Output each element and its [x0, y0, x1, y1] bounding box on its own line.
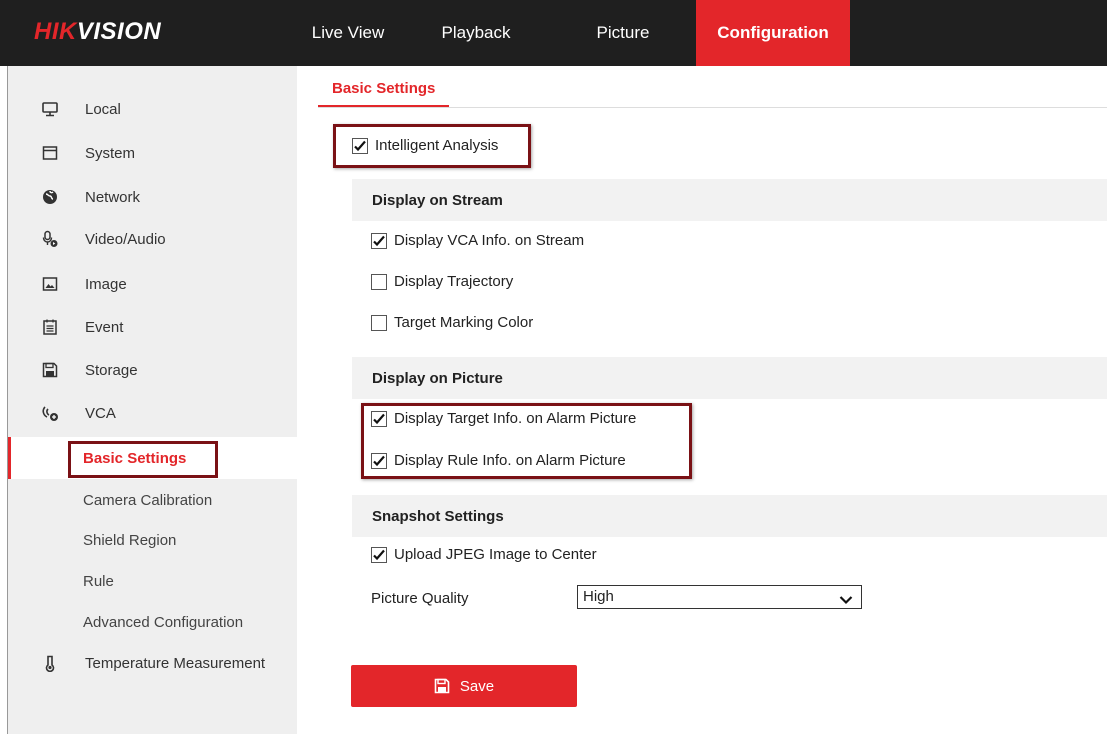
sidebar-item-label: Network	[85, 188, 141, 206]
section-title: Display on Stream	[372, 192, 503, 209]
sidebar-item-label: Temperature Measurement	[85, 654, 266, 672]
floppy-icon	[41, 361, 59, 379]
thermometer-icon	[41, 654, 59, 672]
display-vca-info-label: Display VCA Info. on Stream	[394, 232, 585, 249]
picture-quality-label-row: Picture Quality	[371, 590, 469, 607]
sidebar-item-label: Shield Region	[83, 531, 177, 549]
display-vca-info-row[interactable]: Display VCA Info. on Stream	[371, 232, 584, 249]
window-icon	[41, 144, 59, 162]
calendar-icon	[41, 318, 59, 336]
sidebar-item-temperature-measurement[interactable]: Temperature Measurement	[8, 642, 297, 684]
display-target-info-label: Display Target Info. on Alarm Picture	[394, 410, 637, 427]
target-marking-color-checkbox[interactable]	[371, 314, 387, 331]
display-trajectory-label: Display Trajectory	[394, 273, 514, 290]
sidebar-item-advanced-configuration[interactable]: Advanced Configuration	[8, 601, 297, 643]
sidebar: Local System Network Video/Audio Image E…	[8, 66, 297, 734]
nav-picture[interactable]: Picture	[558, 0, 688, 66]
vca-icon	[41, 404, 59, 422]
sidebar-item-label: Rule	[83, 572, 114, 590]
logo-red-part: HIK	[34, 18, 77, 45]
sidebar-item-shield-region[interactable]: Shield Region	[8, 519, 297, 561]
section-title: Snapshot Settings	[372, 508, 504, 525]
sidebar-item-system[interactable]: System	[8, 132, 297, 174]
display-target-info-row[interactable]: Display Target Info. on Alarm Picture	[371, 410, 636, 427]
active-indicator	[8, 437, 11, 479]
sidebar-item-vca[interactable]: VCA	[8, 392, 297, 434]
save-label: Save	[459, 677, 495, 695]
target-marking-color-row[interactable]: Target Marking Color	[371, 314, 533, 331]
sidebar-item-label: Video/Audio	[85, 230, 166, 248]
display-rule-info-checkbox[interactable]	[371, 452, 387, 469]
intelligent-analysis-checkbox-row[interactable]: Intelligent Analysis	[352, 137, 498, 154]
tab-basic-settings[interactable]: Basic Settings	[318, 74, 450, 108]
highlight-box-basic-settings	[68, 441, 218, 478]
sidebar-item-network[interactable]: Network	[8, 176, 297, 218]
nav-live-view[interactable]: Live View	[296, 0, 400, 66]
upload-jpeg-label: Upload JPEG Image to Center	[394, 546, 597, 563]
section-display-on-picture: Display on Picture	[352, 357, 1107, 399]
section-display-on-stream: Display on Stream	[352, 179, 1107, 221]
display-target-info-checkbox[interactable]	[371, 410, 387, 427]
sidebar-item-camera-calibration[interactable]: Camera Calibration	[8, 479, 297, 521]
sidebar-item-event[interactable]: Event	[8, 306, 297, 348]
nav-playback[interactable]: Playback	[408, 0, 544, 66]
sidebar-item-local[interactable]: Local	[8, 88, 297, 130]
intelligent-analysis-checkbox[interactable]	[352, 137, 368, 154]
picture-quality-label: Picture Quality	[371, 590, 469, 607]
upload-jpeg-row[interactable]: Upload JPEG Image to Center	[371, 546, 597, 563]
save-icon	[434, 678, 450, 694]
sidebar-item-label: Camera Calibration	[83, 491, 213, 509]
sidebar-item-image[interactable]: Image	[8, 263, 297, 305]
section-snapshot-settings: Snapshot Settings	[352, 495, 1107, 537]
display-vca-info-checkbox[interactable]	[371, 232, 387, 249]
image-icon	[41, 275, 59, 293]
sidebar-item-label: Advanced Configuration	[83, 613, 244, 631]
chevron-down-icon	[839, 591, 853, 613]
picture-quality-value: High	[583, 588, 614, 605]
display-rule-info-label: Display Rule Info. on Alarm Picture	[394, 452, 626, 469]
sidebar-item-label: VCA	[85, 404, 116, 422]
page: HIKVISION Live View Playback Picture Con…	[0, 0, 1107, 734]
display-rule-info-row[interactable]: Display Rule Info. on Alarm Picture	[371, 452, 626, 469]
monitor-icon	[41, 100, 59, 118]
logo-white-part: VISION	[76, 18, 162, 45]
sidebar-item-rule[interactable]: Rule	[8, 560, 297, 602]
sidebar-item-label: Event	[85, 318, 124, 336]
display-trajectory-row[interactable]: Display Trajectory	[371, 273, 513, 290]
sidebar-item-label: Local	[85, 100, 121, 118]
top-bar: HIKVISION Live View Playback Picture Con…	[0, 0, 1107, 66]
sidebar-item-label: System	[85, 144, 136, 162]
sidebar-item-storage[interactable]: Storage	[8, 349, 297, 391]
save-button[interactable]: Save	[351, 665, 577, 707]
section-title: Display on Picture	[372, 370, 503, 387]
display-trajectory-checkbox[interactable]	[371, 273, 387, 290]
microphone-icon	[41, 230, 59, 248]
sidebar-item-label: Storage	[85, 361, 138, 379]
picture-quality-select[interactable]: High	[577, 585, 862, 609]
intelligent-analysis-label: Intelligent Analysis	[375, 137, 499, 154]
target-marking-color-label: Target Marking Color	[394, 314, 534, 331]
hikvision-logo: HIKVISION	[34, 18, 161, 46]
sidebar-item-label: Image	[85, 275, 127, 293]
sidebar-item-video-audio[interactable]: Video/Audio	[8, 218, 297, 260]
globe-icon	[41, 188, 59, 206]
main-nav: Live View Playback Picture Configuration	[296, 0, 850, 66]
upload-jpeg-checkbox[interactable]	[371, 546, 387, 563]
tab-divider	[318, 107, 1107, 108]
nav-configuration[interactable]: Configuration	[696, 0, 850, 66]
